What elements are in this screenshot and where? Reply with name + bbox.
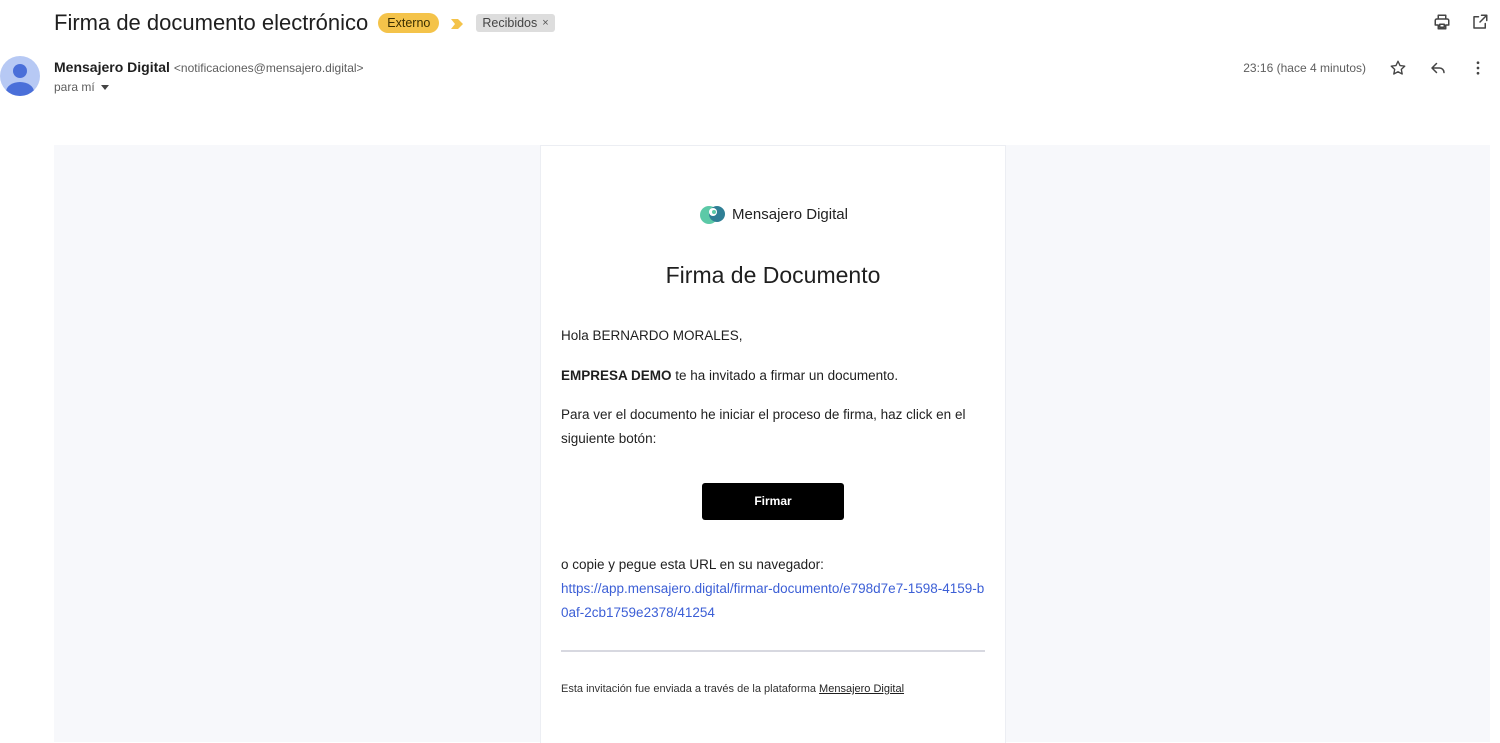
brand-logo: Mensajero Digital xyxy=(541,203,1005,225)
mensajero-logo-icon xyxy=(700,206,726,224)
invite-rest: te ha invitado a firmar un documento. xyxy=(671,368,899,383)
copy-url-block: o copie y pegue esta URL en su navegador… xyxy=(561,553,985,625)
inbox-label: Recibidos × xyxy=(476,14,555,32)
sender-email: <notificaciones@mensajero.digital> xyxy=(173,61,364,75)
company-name: EMPRESA DEMO xyxy=(561,368,672,383)
footer-text: Esta invitación fue enviada a través de … xyxy=(561,683,820,695)
button-wrapper: Firmar Documento xyxy=(541,483,1005,545)
remove-label-button[interactable]: × xyxy=(542,15,548,31)
external-badge: Externo xyxy=(378,13,440,33)
sender-avatar[interactable] xyxy=(0,56,40,96)
more-vert-icon[interactable] xyxy=(1468,58,1488,78)
invite-text: EMPRESA DEMO te ha invitado a firmar un … xyxy=(561,364,898,388)
subject-bar: Firma de documento electrónico Externo R… xyxy=(54,8,555,38)
open-in-new-window-icon[interactable] xyxy=(1470,12,1490,32)
message-meta: 23:16 (hace 4 minutos) xyxy=(1243,58,1488,78)
recipient-line: para mí xyxy=(54,80,109,94)
email-card: Mensajero Digital Firma de Documento Hol… xyxy=(540,145,1006,743)
sign-document-button[interactable]: Firmar Documento xyxy=(702,483,844,545)
email-body-canvas: Mensajero Digital Firma de Documento Hol… xyxy=(54,145,1490,743)
greeting-text: Hola BERNARDO MORALES, xyxy=(561,328,743,343)
instructions-text: Para ver el documento he iniciar el proc… xyxy=(561,407,966,446)
message-timestamp: 23:16 (hace 4 minutos) xyxy=(1243,61,1366,75)
sender-name[interactable]: Mensajero Digital xyxy=(54,59,170,75)
recipient-text: para mí xyxy=(54,80,95,94)
message-actions xyxy=(1388,58,1488,78)
email-title: Firma de Documento xyxy=(665,262,881,288)
sign-document-url-link[interactable]: https://app.mensajero.digital/firmar-doc… xyxy=(561,577,985,625)
show-details-chevron-icon[interactable] xyxy=(100,84,109,90)
thread-actions xyxy=(1432,12,1490,32)
inbox-label-text: Recibidos xyxy=(482,16,538,30)
footer-platform-link[interactable]: Mensajero Digital xyxy=(819,683,904,695)
email-subject: Firma de documento electrónico xyxy=(54,10,369,35)
divider xyxy=(561,650,985,652)
print-icon[interactable] xyxy=(1432,12,1452,32)
importance-marker-icon[interactable] xyxy=(451,17,464,29)
email-footer: Esta invitación fue enviada a través de … xyxy=(561,683,985,695)
sender-line: Mensajero Digital <notificaciones@mensaj… xyxy=(54,59,364,75)
reply-icon[interactable] xyxy=(1428,58,1448,78)
logo-text: Mensajero Digital xyxy=(732,205,848,223)
star-icon[interactable] xyxy=(1388,58,1408,78)
copy-url-text: o copie y pegue esta URL en su navegador… xyxy=(561,557,824,572)
